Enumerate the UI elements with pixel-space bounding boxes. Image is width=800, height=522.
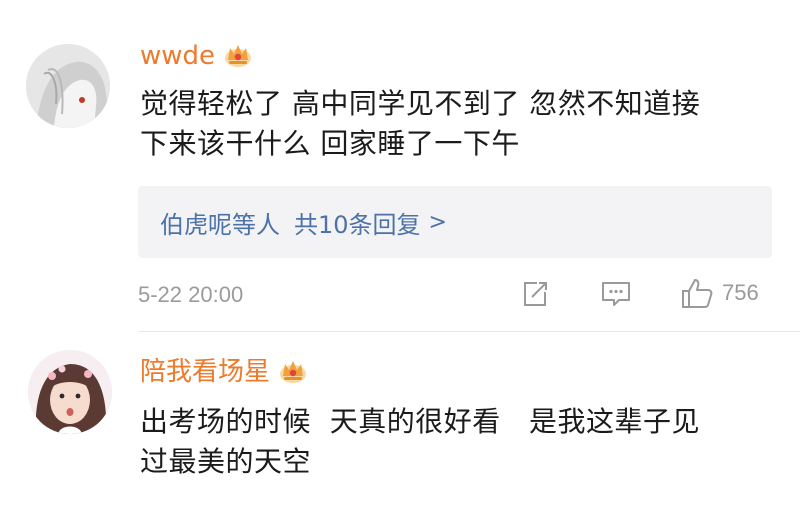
avatar[interactable] [28, 350, 112, 434]
reply-count: 共10条回复 [294, 210, 421, 239]
like-icon [682, 279, 713, 308]
username-text[interactable]: 陪我看场星 [140, 357, 270, 387]
avatar-image [28, 350, 112, 434]
comment-timestamp: 5-22 20:00 [138, 282, 244, 307]
reply-authors: 伯虎呢等人 [160, 210, 280, 239]
like-button[interactable]: 756 [680, 277, 759, 309]
comment-author-name[interactable]: 陪我看场星 [140, 356, 308, 392]
comment-text: 觉得轻松了 高中同学见不到了 忽然不知道接 下来该干什么 回家睡了一下午 [140, 84, 700, 164]
replies-summary-button[interactable]: 伯虎呢等人 共10条回复 > [138, 186, 772, 258]
avatar[interactable] [26, 44, 110, 128]
comment-button[interactable] [600, 279, 632, 309]
repost-button[interactable] [520, 279, 550, 309]
username-text[interactable]: wwde [140, 41, 215, 71]
comment-text-line: 过最美的天空 [140, 445, 312, 478]
comment-text-line: 下来该干什么 回家睡了一下午 [140, 127, 520, 160]
comment-text-line: 觉得轻松了 高中同学见不到了 忽然不知道接 [140, 87, 701, 120]
avatar-image [26, 44, 110, 128]
comment-text: 出考场的时候 天真的很好看 是我这辈子见 过最美的天空 [140, 402, 700, 482]
comment-author-name[interactable]: wwde [140, 40, 253, 76]
crown-badge-icon [223, 42, 253, 76]
comment-text-line: 出考场的时候 天真的很好看 是我这辈子见 [140, 405, 701, 438]
repost-icon [524, 282, 547, 306]
comment-divider [138, 331, 800, 332]
comment-icon [602, 282, 630, 306]
like-count: 756 [722, 280, 759, 305]
chevron-right-icon: > [428, 209, 447, 235]
crown-badge-icon [278, 358, 308, 392]
